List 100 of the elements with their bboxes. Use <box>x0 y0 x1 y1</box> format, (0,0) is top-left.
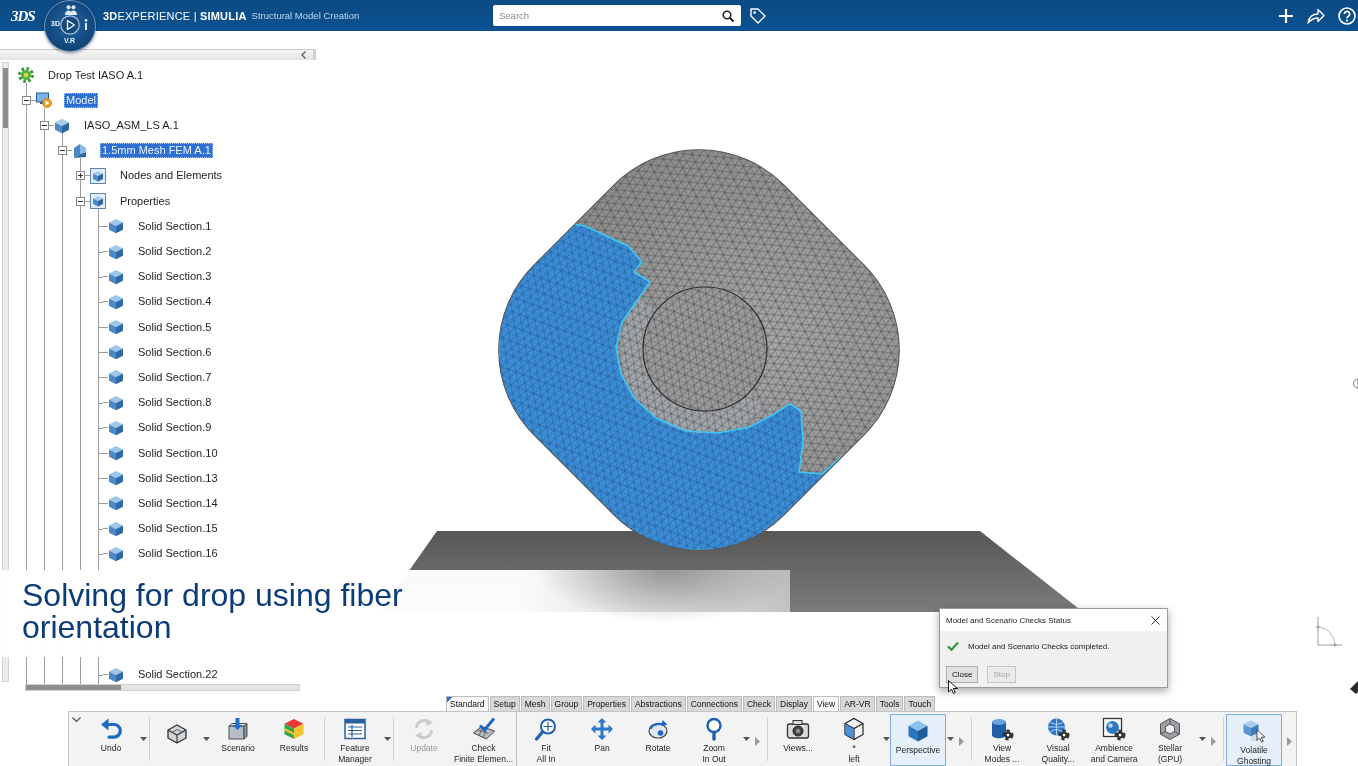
tree-item[interactable]: Solid Section.5 <box>136 319 214 335</box>
toolbar-tab[interactable]: Setup <box>489 696 520 711</box>
scrollbar-thumb[interactable] <box>3 68 8 128</box>
tree-item[interactable]: Nodes and Elements <box>118 168 225 184</box>
toolbar-button[interactable]: Undo <box>83 712 139 766</box>
toolbar-tab[interactable]: Check <box>742 696 776 711</box>
tree-item[interactable]: Solid Section.9 <box>136 420 214 436</box>
tree-item[interactable]: Solid Section.4 <box>136 294 214 310</box>
cube-icon <box>108 369 124 386</box>
tree-item[interactable]: Drop Test IASO A.1 <box>46 67 146 83</box>
toolbar-tab[interactable]: View <box>812 696 840 711</box>
framed-cube-icon <box>90 193 106 210</box>
toolbar-button[interactable]: * left <box>826 712 883 766</box>
gear-icon <box>18 67 34 84</box>
add-icon[interactable] <box>1278 7 1294 24</box>
people-icon[interactable] <box>65 5 77 15</box>
toolbar-button[interactable]: Pan <box>574 712 631 766</box>
tree-item[interactable]: Model <box>64 92 98 108</box>
caret-icon[interactable] <box>1198 737 1206 741</box>
dialog-title: Model and Scenario Checks Status <box>946 615 1072 625</box>
expand-arrow-icon[interactable] <box>1211 736 1217 746</box>
toolbar-tab[interactable]: AR-VR <box>840 696 875 711</box>
tree-item[interactable]: Solid Section.10 <box>136 445 220 461</box>
sphere-gear-icon <box>1046 717 1071 741</box>
collapse-chevron-icon[interactable] <box>71 717 81 722</box>
toolbar-button[interactable]: Zoom In Out <box>686 712 743 766</box>
tree-item[interactable]: Solid Section.2 <box>136 244 214 259</box>
app-title: Structural Model Creation <box>251 8 360 23</box>
share-icon[interactable] <box>1307 7 1325 24</box>
cube-icon <box>108 545 124 562</box>
toolbar-tab[interactable]: Connections <box>686 696 742 711</box>
caption-text: Solving for drop using fiber orientation <box>22 579 404 643</box>
tree-item[interactable]: 1.5mm Mesh FEM A.1 <box>100 143 213 159</box>
caret-icon[interactable] <box>383 737 391 741</box>
search-icon[interactable] <box>722 10 734 22</box>
toolbar-button[interactable]: Results <box>266 712 322 766</box>
collapse-panel-icon[interactable] <box>301 51 306 59</box>
check-icon <box>947 641 959 651</box>
toolbar-button[interactable]: Stellar (GPU) <box>1142 712 1199 766</box>
block-part-icon <box>165 722 189 746</box>
info-icon[interactable] <box>84 19 88 30</box>
tree-item[interactable]: Solid Section.15 <box>136 521 220 537</box>
scrollbar-thumb[interactable] <box>26 685 121 690</box>
toolbar-button[interactable]: Volatile Ghosting <box>1226 714 1283 766</box>
tree-toggle[interactable] <box>39 121 49 131</box>
toolbar-button[interactable]: Feature Manager <box>327 712 383 766</box>
toolbar-tab[interactable]: Tools <box>875 696 904 711</box>
horizontal-scrollbar[interactable] <box>25 684 300 691</box>
tree-toggle[interactable] <box>75 196 85 206</box>
tree-item[interactable]: Solid Section.14 <box>136 495 220 511</box>
tree-item[interactable]: Solid Section.1 <box>136 218 214 234</box>
toolbar-button[interactable]: Ambience and Camera <box>1086 712 1143 766</box>
panel-arrow-icon[interactable] <box>1350 681 1358 694</box>
cube-icon <box>108 218 124 235</box>
tree-toggle[interactable] <box>21 95 31 105</box>
tree-toggle[interactable] <box>75 171 85 181</box>
toolbar-button[interactable]: Scenario <box>210 712 266 766</box>
expand-arrow-icon[interactable] <box>959 736 965 746</box>
tree-item[interactable]: Solid Section.3 <box>136 269 214 285</box>
tree-item[interactable]: Solid Section.22 <box>136 667 220 683</box>
tree-item[interactable]: Properties <box>118 193 173 209</box>
toolbar-button[interactable]: Perspective <box>890 714 947 766</box>
cube-icon <box>108 293 124 310</box>
toolbar-button[interactable]: Views... <box>770 712 827 766</box>
search-field[interactable]: Search <box>493 5 741 26</box>
toolbar-tab[interactable]: Properties <box>583 696 630 711</box>
tree-item[interactable]: IASO_ASM_LS A.1 <box>82 118 181 134</box>
play-icon[interactable] <box>60 15 80 35</box>
toolbar-tab[interactable]: Mesh <box>520 696 550 711</box>
resize-handle-icon[interactable] <box>1353 378 1358 389</box>
tree-item[interactable]: Solid Section.7 <box>136 369 214 385</box>
toolbar-tab[interactable]: Abstractions <box>630 696 686 711</box>
caret-icon[interactable] <box>946 737 954 741</box>
toolbar-tab[interactable]: Touch <box>904 696 936 711</box>
table-icon <box>343 717 367 741</box>
toolbar-tab[interactable]: Group <box>550 696 583 711</box>
brand-logo[interactable]: 3DS <box>11 6 39 25</box>
toolbar-button[interactable]: Check Finite Elemen... <box>452 712 516 766</box>
caret-icon[interactable] <box>742 737 750 741</box>
tree-toggle[interactable] <box>57 146 67 156</box>
close-icon[interactable] <box>1151 615 1160 625</box>
expand-arrow-icon[interactable] <box>755 736 761 746</box>
toolbar-button[interactable]: View Modes ... <box>974 712 1031 766</box>
tree-item[interactable]: Solid Section.13 <box>136 470 220 486</box>
help-icon[interactable] <box>1338 6 1356 25</box>
expand-arrow-icon[interactable] <box>1287 736 1293 746</box>
toolbar-button[interactable]: Fit All In <box>518 712 575 766</box>
caret-icon[interactable] <box>139 737 147 741</box>
tree-item[interactable]: Solid Section.8 <box>136 395 214 411</box>
toolbar-button[interactable]: Rotate <box>630 712 687 766</box>
toolbar-tab[interactable]: Display <box>776 696 812 711</box>
caret-icon[interactable] <box>882 737 890 741</box>
tree-item[interactable]: Solid Section.16 <box>136 546 220 562</box>
toolbar-button[interactable]: Visual Quality... <box>1030 712 1087 766</box>
dialog-button[interactable]: Close <box>946 666 979 683</box>
toolbar-tab[interactable]: Standard <box>446 696 489 711</box>
tag-icon[interactable] <box>750 7 766 24</box>
vertical-scrollbar[interactable] <box>2 62 9 682</box>
caret-icon[interactable] <box>202 737 210 741</box>
tree-item[interactable]: Solid Section.6 <box>136 344 214 360</box>
